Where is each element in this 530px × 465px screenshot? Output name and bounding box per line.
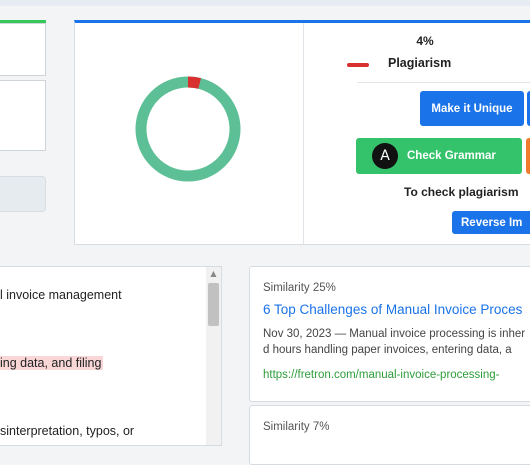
match-snippet: Nov 30, 2023 — Manual invoice processing…	[263, 328, 526, 340]
document-line: sinterpretation, typos, or	[0, 424, 135, 438]
check-grammar-button[interactable]: A Check Grammar	[356, 138, 522, 174]
input-field[interactable]	[0, 23, 46, 76]
match-url-link[interactable]: https://fretron.com/manual-invoice-proce…	[263, 369, 500, 381]
donut-unique-ring	[135, 76, 241, 182]
scrollbar-thumb[interactable]	[208, 283, 219, 326]
document-line-highlighted: ing data, and filing	[0, 356, 104, 370]
grammar-icon: A	[372, 143, 398, 169]
similarity-label: Similarity 25%	[263, 282, 336, 294]
card-divider	[303, 23, 304, 244]
check-plagiarism-text: To check plagiarism	[404, 185, 519, 199]
scroll-up-arrow-icon[interactable]: ▲	[206, 267, 221, 281]
plagiarism-percent: 4%	[416, 34, 434, 48]
match-result-card	[249, 405, 530, 465]
top-strip	[0, 0, 530, 6]
similarity-label: Similarity 7%	[263, 421, 330, 433]
document-line: l invoice management	[0, 288, 122, 302]
check-grammar-label: Check Grammar	[407, 150, 496, 162]
reverse-image-button[interactable]: Reverse Im	[452, 211, 530, 234]
input-textarea[interactable]	[0, 80, 46, 151]
orange-action-button[interactable]	[526, 138, 530, 174]
plagiarism-donut-chart	[135, 76, 241, 182]
make-it-unique-button[interactable]: Make it Unique	[420, 91, 524, 126]
match-title-link[interactable]: 6 Top Challenges of Manual Invoice Proce…	[263, 302, 522, 317]
match-snippet: d hours handling paper invoices, enterin…	[263, 344, 512, 356]
plagiarism-legend-swatch	[347, 63, 369, 67]
plagiarism-legend-label: Plagiarism	[388, 56, 452, 70]
legend-divider	[357, 82, 530, 83]
submit-button[interactable]	[0, 176, 46, 212]
